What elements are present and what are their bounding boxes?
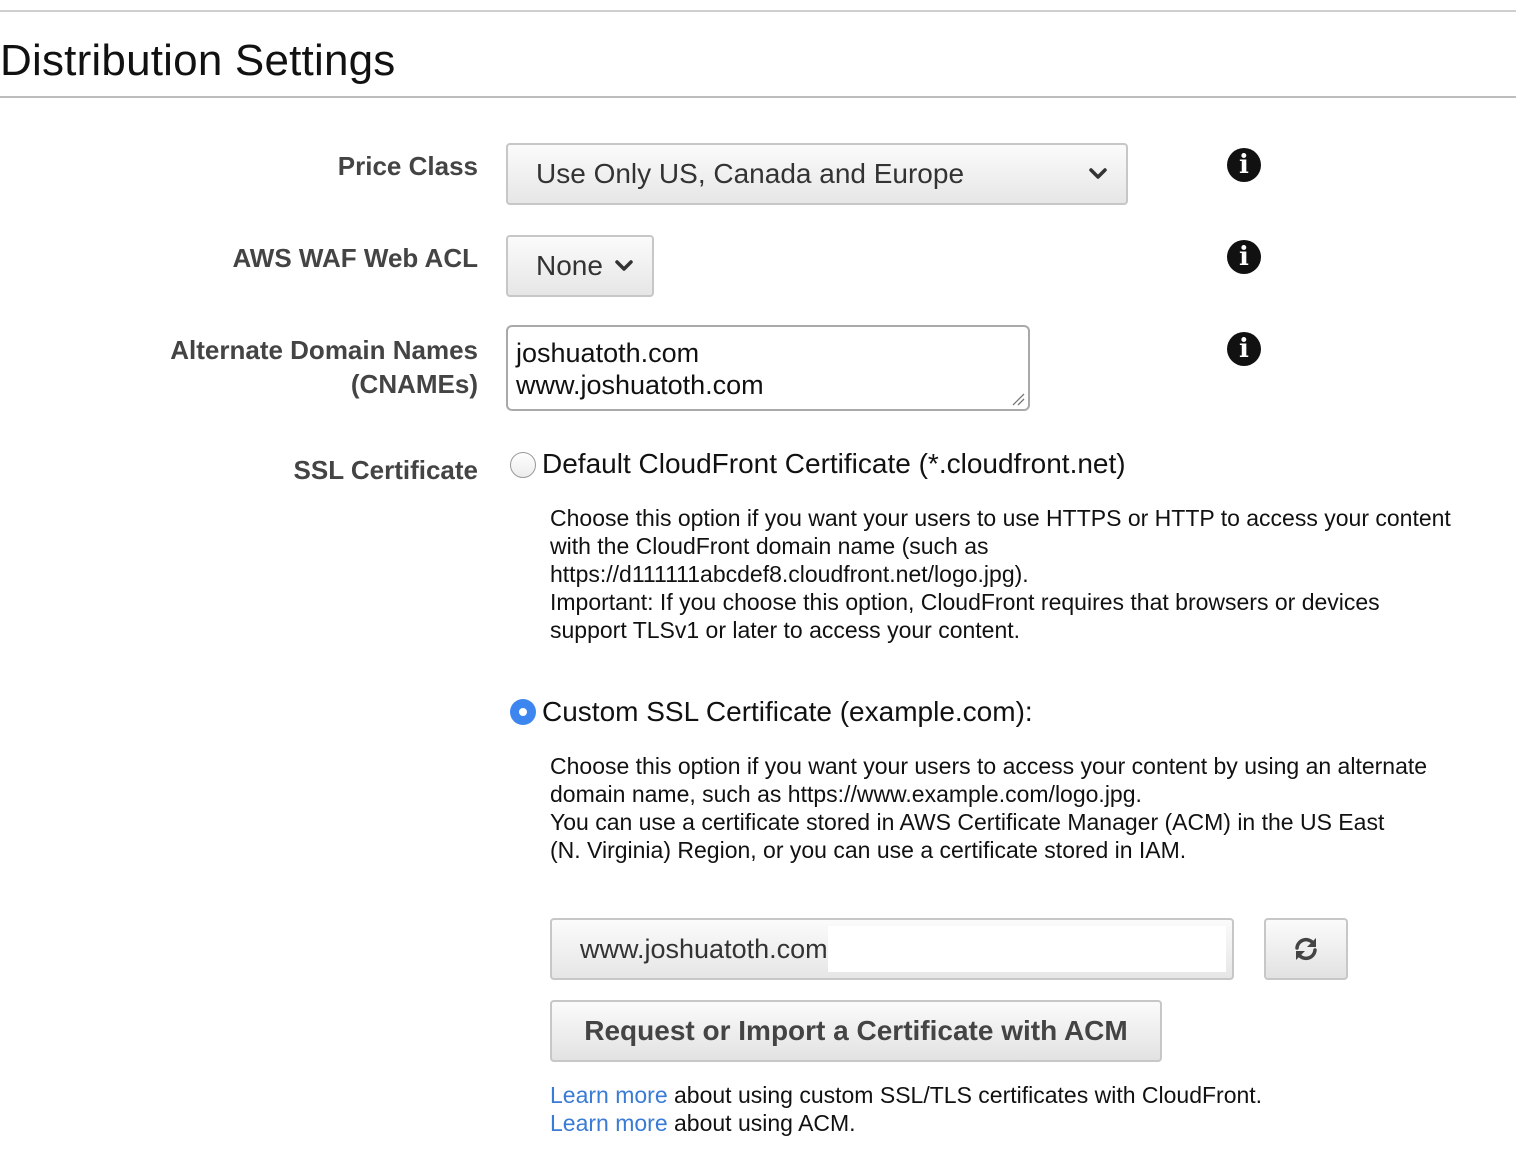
help-text: Learn more about using custom SSL/TLS ce… (550, 1082, 1262, 1109)
info-icon[interactable]: i (1227, 148, 1261, 182)
custom-certificate-radio[interactable] (510, 699, 536, 725)
cnames-label: Alternate Domain Names (CNAMEs) (170, 333, 478, 401)
request-certificate-button[interactable]: Request or Import a Certificate with ACM (550, 1000, 1162, 1062)
cname-line: www.joshuatoth.com (516, 370, 764, 400)
cnames-label-line1: Alternate Domain Names (170, 335, 478, 365)
description-line: (N. Virginia) Region, or you can use a c… (550, 837, 1187, 863)
refresh-button[interactable] (1264, 918, 1348, 980)
description-line: support TLSv1 or later to access your co… (550, 617, 1021, 643)
help-text: Learn more about using ACM. (550, 1110, 856, 1137)
description-line: Important: If you choose this option, Cl… (550, 589, 1380, 615)
waf-value: None (536, 250, 603, 281)
certificate-select[interactable]: www.joshuatoth.com (550, 918, 1234, 980)
cname-line: joshuatoth.com (516, 338, 700, 368)
certificate-input-blank (827, 926, 1226, 972)
help-text-line: about using custom SSL/TLS certificates … (667, 1082, 1263, 1108)
default-certificate-radio[interactable] (510, 452, 536, 478)
title-divider (0, 96, 1516, 98)
page-title: Distribution Settings (0, 36, 396, 85)
description-line: with the CloudFront domain name (such as (550, 533, 989, 559)
description-line: https://d111111abcdef8.cloudfront.net/lo… (550, 561, 1029, 587)
ssl-certificate-label: SSL Certificate (293, 455, 478, 485)
price-class-label: Price Class (337, 151, 478, 181)
cnames-label-line2: (CNAMEs) (350, 369, 478, 399)
certificate-value: www.joshuatoth.com (580, 933, 828, 964)
custom-certificate-description: Choose this option if you want your user… (550, 752, 1427, 864)
help-text-line: about using ACM. (667, 1110, 856, 1136)
price-class-select[interactable]: Use Only US, Canada and Europe (506, 143, 1128, 205)
description-line: domain name, such as https://www.example… (550, 781, 1142, 807)
description-line: Choose this option if you want your user… (550, 753, 1428, 779)
waf-select[interactable]: None (506, 235, 654, 297)
price-class-value: Use Only US, Canada and Europe (536, 158, 965, 189)
resize-grip-icon[interactable] (1011, 392, 1025, 406)
default-certificate-description: Choose this option if you want your user… (550, 504, 1451, 644)
info-icon[interactable]: i (1227, 240, 1261, 274)
learn-more-link[interactable]: Learn more (550, 1082, 668, 1108)
chevron-down-icon (1089, 168, 1107, 179)
refresh-icon (1295, 937, 1317, 961)
top-divider (0, 10, 1516, 12)
info-icon[interactable]: i (1227, 332, 1261, 366)
custom-certificate-label[interactable]: Custom SSL Certificate (example.com): (542, 696, 1033, 728)
cnames-textarea[interactable]: joshuatoth.com www.joshuatoth.com (506, 325, 1030, 411)
chevron-down-icon (615, 260, 633, 271)
distribution-settings-page: Distribution Settings Price Class Use On… (0, 0, 1516, 1150)
default-certificate-label[interactable]: Default CloudFront Certificate (*.cloudf… (542, 448, 1126, 480)
description-line: You can use a certificate stored in AWS … (550, 809, 1385, 835)
learn-more-link[interactable]: Learn more (550, 1110, 668, 1136)
waf-label: AWS WAF Web ACL (232, 243, 478, 273)
description-line: Choose this option if you want your user… (550, 505, 1451, 531)
